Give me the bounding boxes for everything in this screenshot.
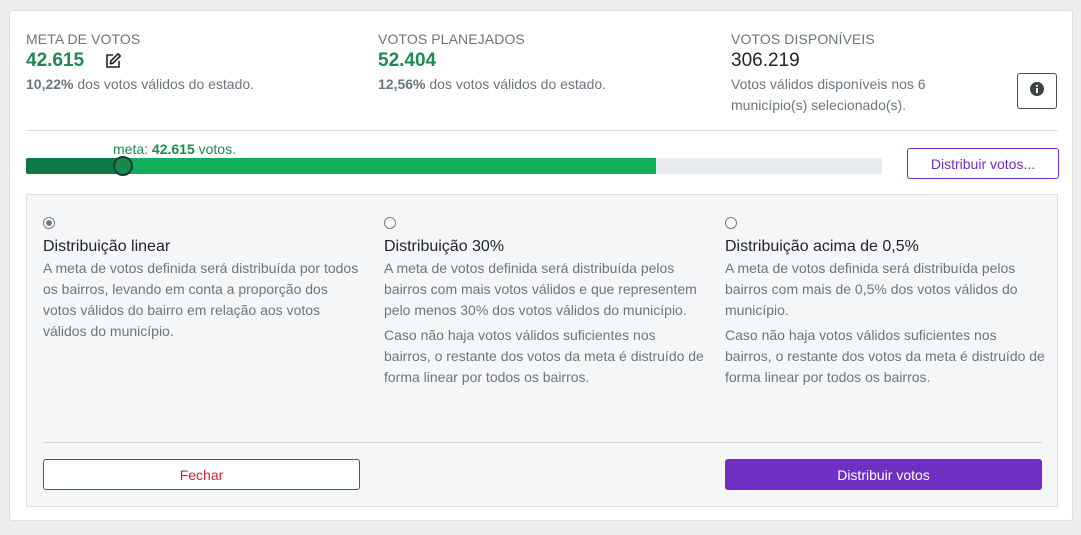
radio-button[interactable]: [43, 217, 55, 229]
distribute-votes-button[interactable]: Distribuir votos: [725, 459, 1042, 490]
stat-description: 10,22% dos votos válidos do estado.: [26, 76, 255, 92]
distribution-panel: Distribuição linear A meta de votos defi…: [26, 194, 1058, 507]
panel-divider: [43, 442, 1042, 443]
meta-value: 42.615: [26, 50, 85, 71]
option-note: Caso não haja votos válidos suficientes …: [725, 327, 1045, 385]
meta-slider-handle[interactable]: [112, 156, 133, 176]
stat-meta-de-votos: META DE VOTOS 42.615 10,22% dos votos vá…: [26, 31, 254, 95]
stat-label: META DE VOTOS: [26, 31, 141, 47]
progress-track: [26, 158, 882, 174]
option-title: Distribuição linear: [43, 238, 171, 255]
available-value: 306.219: [731, 50, 800, 71]
option-distribuicao-acima-05[interactable]: Distribuição acima de 0,5% A meta de vot…: [725, 217, 1045, 388]
progress-meta-fill: [26, 158, 122, 174]
meta-label: meta: 42.615 votos.: [113, 141, 236, 157]
option-title: Distribuição 30%: [384, 238, 505, 255]
option-description: A meta de votos definida será distribuíd…: [384, 260, 697, 318]
radio-button[interactable]: [725, 217, 737, 229]
divider: [26, 130, 1058, 131]
stat-description: 12,56% dos votos válidos do estado.: [378, 76, 607, 92]
distribute-votes-open-button[interactable]: Distribuir votos...: [907, 148, 1059, 179]
info-button[interactable]: [1017, 73, 1057, 109]
planned-value: 52.404: [378, 50, 437, 71]
option-distribuicao-30[interactable]: Distribuição 30% A meta de votos definid…: [384, 217, 704, 388]
option-distribuicao-linear[interactable]: Distribuição linear A meta de votos defi…: [43, 217, 363, 342]
stat-description: Votos válidos disponíveis nos 6 municípi…: [731, 76, 926, 113]
option-description: A meta de votos definida será distribuíd…: [43, 260, 359, 339]
close-button[interactable]: Fechar: [43, 459, 360, 490]
stat-votos-planejados: VOTOS PLANEJADOS 52.404 12,56% dos votos…: [378, 31, 606, 95]
stat-votos-disponiveis: VOTOS DISPONÍVEIS 306.219 Votos válidos …: [731, 31, 926, 116]
option-title: Distribuição acima de 0,5%: [725, 238, 919, 255]
stat-label: VOTOS DISPONÍVEIS: [731, 31, 875, 47]
vote-goal-card: META DE VOTOS 42.615 10,22% dos votos vá…: [9, 10, 1073, 521]
option-description: A meta de votos definida será distribuíd…: [725, 260, 1018, 318]
option-note: Caso não haja votos válidos suficientes …: [384, 327, 704, 385]
edit-icon[interactable]: [104, 52, 122, 70]
radio-button[interactable]: [384, 217, 396, 229]
stat-label: VOTOS PLANEJADOS: [378, 31, 525, 47]
votes-progress-bar: [26, 156, 882, 176]
info-icon: [1030, 81, 1044, 101]
